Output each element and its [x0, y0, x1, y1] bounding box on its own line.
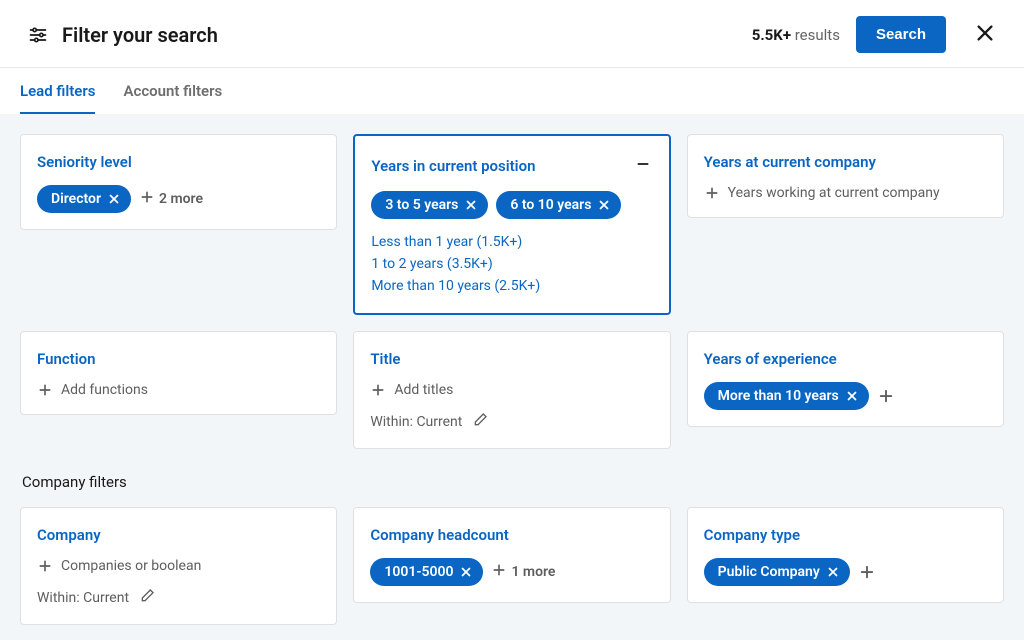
- cards-row-2: Function Add functions Title Add titles …: [20, 331, 1004, 449]
- plus-icon: [491, 562, 507, 582]
- more-seniority[interactable]: 2 more: [139, 189, 203, 209]
- remove-pill-icon[interactable]: [107, 192, 121, 206]
- plus-icon: [37, 382, 53, 398]
- edit-icon[interactable]: [139, 588, 155, 608]
- collapse-button[interactable]: [633, 154, 653, 177]
- edit-icon[interactable]: [472, 412, 488, 432]
- card-title[interactable]: Company: [37, 526, 101, 544]
- option-more-than-10-years[interactable]: More than 10 years (2.5K+): [371, 275, 652, 297]
- results-count: 5.5K+ results: [752, 26, 840, 44]
- add-titles[interactable]: Add titles: [370, 382, 653, 398]
- close-button[interactable]: [970, 18, 1000, 51]
- pill-1001-5000[interactable]: 1001-5000: [370, 558, 483, 586]
- add-companies[interactable]: Companies or boolean: [37, 558, 320, 574]
- within-current-company: Within: Current: [37, 588, 320, 608]
- add-functions[interactable]: Add functions: [37, 382, 320, 398]
- pill-director[interactable]: Director: [37, 185, 131, 213]
- remove-pill-icon[interactable]: [459, 565, 473, 579]
- card-seniority-level: Seniority level Director 2 more: [20, 134, 337, 230]
- remove-pill-icon[interactable]: [597, 198, 611, 212]
- remove-pill-icon[interactable]: [826, 565, 840, 579]
- section-company-filters: Company filters: [22, 473, 1004, 491]
- header-left: Filter your search: [28, 23, 736, 47]
- add-company-type[interactable]: [858, 563, 876, 581]
- add-years-company[interactable]: Years working at current company: [704, 185, 987, 201]
- option-1-to-2-years[interactable]: 1 to 2 years (3.5K+): [371, 253, 652, 275]
- remove-pill-icon[interactable]: [845, 389, 859, 403]
- card-title[interactable]: Years at current company: [704, 153, 876, 171]
- plus-icon: [370, 382, 386, 398]
- plus-icon: [37, 558, 53, 574]
- pill-public-company[interactable]: Public Company: [704, 558, 850, 586]
- cards-row-3: Company Companies or boolean Within: Cur…: [20, 507, 1004, 625]
- close-icon: [974, 32, 996, 47]
- pill-more-than-10-years[interactable]: More than 10 years: [704, 382, 869, 410]
- tabs: Lead filters Account filters: [0, 68, 1024, 114]
- card-title[interactable]: Function: [37, 350, 95, 368]
- more-headcount[interactable]: 1 more: [491, 562, 555, 582]
- option-less-than-1-year[interactable]: Less than 1 year (1.5K+): [371, 231, 652, 253]
- card-years-at-company: Years at current company Years working a…: [687, 134, 1004, 218]
- filter-icon: [28, 25, 48, 45]
- card-company-type: Company type Public Company: [687, 507, 1004, 603]
- card-title[interactable]: Company headcount: [370, 526, 508, 544]
- pill-3-to-5-years[interactable]: 3 to 5 years: [371, 191, 488, 219]
- card-title[interactable]: Years in current position: [371, 157, 535, 175]
- tab-lead-filters[interactable]: Lead filters: [20, 68, 95, 114]
- filter-content: Seniority level Director 2 more Years in…: [0, 114, 1024, 640]
- pill-6-to-10-years[interactable]: 6 to 10 years: [496, 191, 621, 219]
- card-company-headcount: Company headcount 1001-5000 1 more: [353, 507, 670, 603]
- within-current: Within: Current: [370, 412, 653, 432]
- page-title: Filter your search: [62, 23, 218, 47]
- plus-icon: [704, 185, 720, 201]
- minus-icon: [635, 160, 651, 175]
- card-years-experience: Years of experience More than 10 years: [687, 331, 1004, 427]
- card-title[interactable]: Company type: [704, 526, 800, 544]
- add-experience[interactable]: [877, 387, 895, 405]
- cards-row-1: Seniority level Director 2 more Years in…: [20, 134, 1004, 315]
- remove-pill-icon[interactable]: [464, 198, 478, 212]
- plus-icon: [139, 189, 155, 209]
- card-title[interactable]: Seniority level: [37, 153, 132, 171]
- tab-account-filters[interactable]: Account filters: [123, 68, 222, 114]
- card-company: Company Companies or boolean Within: Cur…: [20, 507, 337, 625]
- card-title-filter: Title Add titles Within: Current: [353, 331, 670, 449]
- search-button[interactable]: Search: [856, 16, 946, 53]
- card-title[interactable]: Years of experience: [704, 350, 837, 368]
- card-years-in-position: Years in current position 3 to 5 years 6…: [353, 134, 670, 315]
- filter-header: Filter your search 5.5K+ results Search: [0, 0, 1024, 68]
- card-function: Function Add functions: [20, 331, 337, 415]
- card-title[interactable]: Title: [370, 350, 400, 368]
- options-list: Less than 1 year (1.5K+) 1 to 2 years (3…: [371, 231, 652, 297]
